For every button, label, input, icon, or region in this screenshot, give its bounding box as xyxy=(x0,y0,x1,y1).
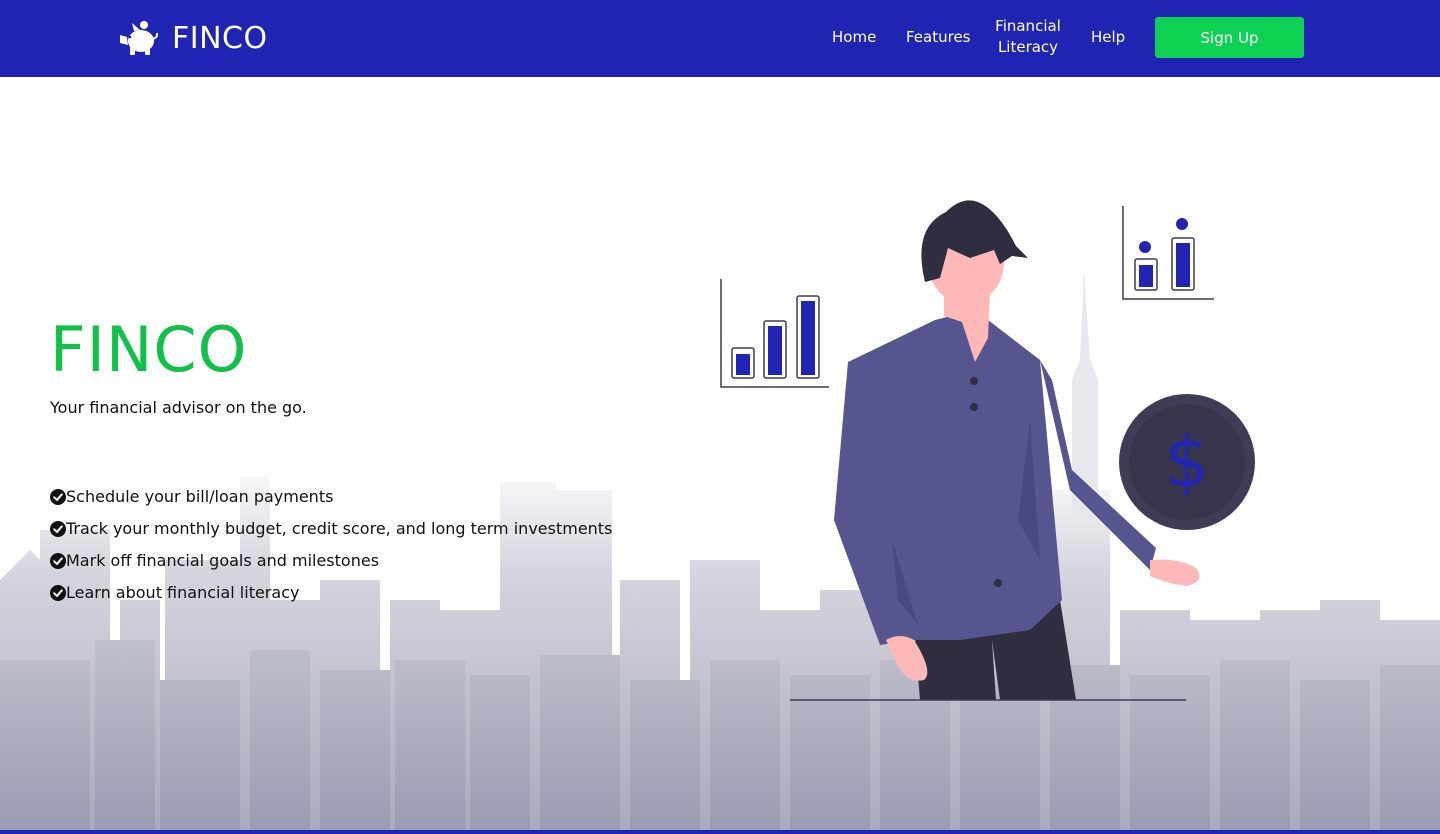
bar-chart-illustration-right xyxy=(1122,206,1214,300)
nav-financial-literacy-link[interactable]: Financial Literacy xyxy=(994,16,1062,58)
nav-home-link[interactable]: Home xyxy=(832,27,876,48)
hero-subtitle: Your financial advisor on the go. xyxy=(50,398,307,417)
check-circle-icon xyxy=(50,521,66,537)
hero-title: FINCO xyxy=(50,313,248,386)
feature-item: Track your monthly budget, credit score,… xyxy=(50,518,612,550)
feature-item: Schedule your bill/loan payments xyxy=(50,486,612,518)
check-circle-icon xyxy=(50,585,66,601)
finance-advisor-illustration: $ xyxy=(720,200,1255,701)
dollar-icon: $ xyxy=(1165,421,1210,503)
nav-features-link[interactable]: Features xyxy=(906,27,971,48)
top-navbar: FINCO Home Features Financial Literacy H… xyxy=(0,0,1440,77)
feature-text: Track your monthly budget, credit score,… xyxy=(66,519,613,538)
bottom-accent-bar xyxy=(0,830,1440,834)
dollar-coin-illustration: $ xyxy=(1119,394,1255,530)
feature-list: Schedule your bill/loan payments Track y… xyxy=(50,486,612,614)
feature-item: Learn about financial literacy xyxy=(50,582,612,614)
check-circle-icon xyxy=(50,489,66,505)
feature-text: Mark off financial goals and milestones xyxy=(66,551,380,570)
bar-chart-illustration-left xyxy=(720,279,829,388)
feature-text: Learn about financial literacy xyxy=(66,583,300,602)
feature-item: Mark off financial goals and milestones xyxy=(50,550,612,582)
feature-text: Schedule your bill/loan payments xyxy=(66,487,334,506)
sign-up-button[interactable]: Sign Up xyxy=(1155,17,1304,58)
nav-help-link[interactable]: Help xyxy=(1091,27,1125,48)
check-circle-icon xyxy=(50,553,66,569)
